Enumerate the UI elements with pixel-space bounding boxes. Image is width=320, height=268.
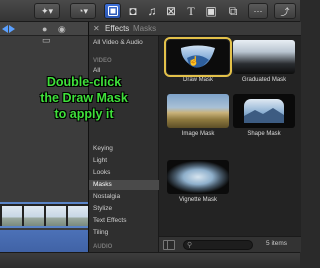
callout-line: the Draw Mask [40, 91, 128, 105]
transition-browser-button[interactable]: ⧉ [224, 3, 242, 19]
effects-browser-header: ✕ Effects Masks [89, 22, 301, 36]
effect-label: Draw Mask [182, 77, 213, 83]
generator-icon: ⊠ [165, 4, 177, 18]
clip-frame [24, 206, 44, 226]
search-field[interactable]: ⚲ [183, 240, 253, 250]
effect-thumbnail [233, 94, 295, 128]
breadcrumb: Masks [133, 24, 157, 33]
effect-thumbnail [167, 160, 229, 194]
title-icon: T [187, 3, 195, 18]
sidebar-item-masks[interactable]: Masks [89, 180, 159, 190]
effect-label: Graduated Mask [241, 77, 287, 83]
effect-tile-shape-mask[interactable]: Shape Mask [233, 94, 295, 137]
speedometer-icon: ◔▾ [78, 5, 88, 16]
effect-tile-vignette-mask[interactable]: Vignette Mask [167, 160, 229, 203]
close-icon[interactable]: ✕ [93, 25, 101, 33]
effect-tile-graduated-mask[interactable]: Graduated Mask [233, 40, 295, 83]
sidebar-item-keying[interactable]: Keying [89, 144, 159, 154]
back-arrow-icon[interactable] [2, 25, 8, 33]
photo-icon: ◘ [129, 4, 137, 18]
sidebar-item-nostalgia[interactable]: Nostalgia [89, 192, 159, 202]
sidebar-item-tiling[interactable]: Tiling [89, 228, 159, 238]
timeline-pane: ● ◉ ▭ [0, 22, 88, 268]
sidebar-section-video: VIDEO [93, 58, 112, 64]
sidebar-item-light[interactable]: Light [89, 156, 159, 166]
timeline-tool-icons: ● ◉ ▭ [42, 24, 70, 45]
forward-arrow-icon[interactable] [9, 25, 15, 33]
effects-title: Effects [105, 24, 130, 33]
sidebar-section-audio: AUDIO [93, 244, 113, 250]
effect-thumbnail [167, 94, 229, 128]
sidebar-item-looks[interactable]: Looks [89, 168, 159, 178]
clip-frame [46, 206, 66, 226]
effects-browser-icon [107, 6, 118, 16]
share-icon: ⤴ [280, 6, 290, 17]
effect-label: Vignette Mask [179, 197, 217, 203]
share-sidebar-button[interactable]: ⋯ [248, 3, 268, 19]
enhance-menu-button[interactable]: ✦▾ [34, 3, 60, 19]
effect-thumbnail [233, 40, 295, 74]
sidebar-toggle-button[interactable] [163, 240, 175, 250]
sidebar-toggle-icon: ⋯ [253, 5, 263, 16]
retime-menu-button[interactable]: ◔▾ [70, 3, 96, 19]
music-browser-button[interactable]: ♫ [143, 3, 161, 19]
sidebar-item-text-effects[interactable]: Text Effects [89, 216, 159, 226]
theme-browser-button[interactable]: ▣ [202, 3, 220, 19]
effects-browser-button[interactable] [104, 3, 121, 19]
timeline-clip[interactable] [0, 202, 88, 228]
search-icon: ⚲ [187, 242, 193, 249]
photo-browser-button[interactable]: ◘ [124, 3, 142, 19]
transition-icon: ⧉ [228, 3, 238, 18]
effects-footer: ⚲ 5 items [159, 236, 301, 252]
effects-grid: Draw Mask Graduated Mask Image Mask Shap… [159, 36, 301, 242]
instruction-callout: Double-click the Draw Mask to apply it [14, 74, 154, 122]
clip-frame [2, 206, 22, 226]
generator-browser-button[interactable]: ⊠ [162, 3, 180, 19]
item-count: 5 items [266, 240, 287, 247]
callout-line: Double-click [46, 75, 122, 89]
theme-icon: ▣ [205, 4, 217, 18]
magic-wand-icon: ✦▾ [40, 5, 54, 16]
status-bar [0, 252, 300, 268]
effect-label: Shape Mask [247, 131, 281, 137]
timeline-header: ● ◉ ▭ [0, 22, 88, 45]
sidebar-item-all-video-audio[interactable]: All Video & Audio [89, 38, 159, 48]
effects-category-sidebar: All Video & Audio VIDEO All Keying Light… [89, 36, 159, 254]
music-icon: ♫ [147, 4, 157, 18]
effect-tile-image-mask[interactable]: Image Mask [167, 94, 229, 137]
mouse-pointer-icon: ☝ [188, 56, 200, 66]
share-button[interactable]: ⤴ [274, 3, 296, 19]
toolbar: ✦▾ ◔▾ ◘ ♫ ⊠ T ▣ ⧉ ⋯ ⤴ [0, 0, 300, 22]
clip-frame [68, 206, 88, 226]
title-browser-button[interactable]: T [182, 3, 200, 19]
sidebar-item-stylize[interactable]: Stylize [89, 204, 159, 214]
effect-label: Image Mask [181, 131, 215, 137]
callout-line: to apply it [54, 107, 114, 121]
